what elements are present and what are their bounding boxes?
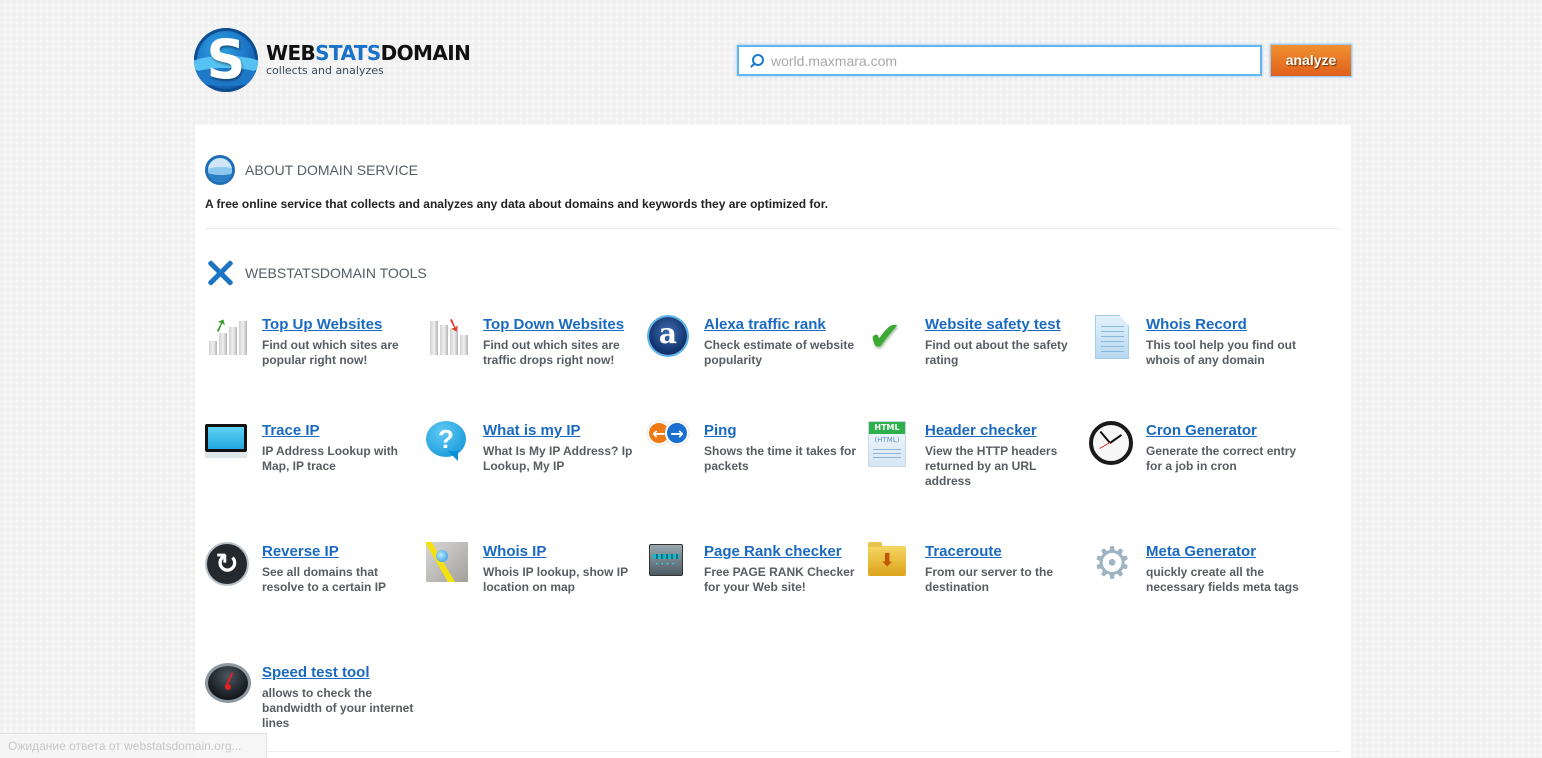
browser-status-bar: Ожидание ответа от webstatsdomain.org... [0,733,267,758]
analyze-button[interactable]: analyze [1270,44,1352,77]
tool-link[interactable]: Page Rank checker [704,542,842,562]
tool-link[interactable]: Website safety test [925,315,1061,335]
logo-icon: S [194,28,258,92]
tool-description: IP Address Lookup with Map, IP trace [262,444,399,473]
tool-link[interactable]: Alexa traffic rank [704,315,826,335]
divider [205,228,1341,229]
tool-link[interactable]: Ping [704,421,737,441]
map-icon[interactable] [426,542,472,588]
monitor-icon[interactable] [205,421,251,467]
header: S WEBSTATSDOMAIN collects and analyzes a… [0,0,1542,120]
tool-description: quickly create all the necessary fields … [1146,565,1299,594]
tool-description: allows to check the bandwidth of your in… [262,686,414,730]
tool-link[interactable]: Whois IP [483,542,546,562]
tool-description: Check estimate of website popularity [704,338,855,367]
logo[interactable]: S WEBSTATSDOMAIN collects and analyzes [194,28,471,92]
tool-description: Whois IP lookup, show IP location on map [483,565,628,594]
tool-description: This tool help you find out whois of any… [1146,338,1296,367]
tool-link[interactable]: Top Up Websites [262,315,382,335]
document-icon[interactable] [1089,315,1135,361]
main-content: ABOUT DOMAIN SERVICE A free online servi… [195,125,1351,758]
tool-description: See all domains that resolve to a certai… [262,565,387,594]
tool-link[interactable]: Header checker [925,421,1037,441]
tools-icon [205,258,235,288]
html-document-icon[interactable]: HTML (HTML) [868,421,914,467]
tool-description: Find out which sites are popular right n… [262,338,399,367]
about-description: A free online service that collects and … [205,197,829,211]
tools-title: WEBSTATSDOMAIN TOOLS [245,265,427,281]
about-section-heading: ABOUT DOMAIN SERVICE [205,155,418,185]
search-box[interactable] [737,45,1262,76]
ping-arrows-icon[interactable]: ← → [647,421,693,467]
tool-link[interactable]: Reverse IP [262,542,339,562]
tool-link[interactable]: Cron Generator [1146,421,1257,441]
divider [205,751,1341,752]
logo-tagline: collects and analyzes [266,64,384,77]
tool-link[interactable]: Whois Record [1146,315,1247,335]
tool-description: Shows the time it takes for packets [704,444,857,473]
domain-search-input[interactable] [771,47,1251,74]
tool-description: View the HTTP headers returned by an URL… [925,444,1058,488]
chart-down-icon[interactable]: ➘ [426,313,472,361]
clock-icon[interactable] [1089,421,1135,467]
folder-download-icon[interactable]: ⬇ [868,542,914,588]
chart-up-icon[interactable]: ➚ [205,313,251,361]
about-title: ABOUT DOMAIN SERVICE [245,162,418,178]
tool-link[interactable]: Meta Generator [1146,542,1256,562]
search-icon [747,51,767,71]
tool-link[interactable]: Speed test tool [262,663,370,683]
tool-description: Find out which sites are traffic drops r… [483,338,620,367]
speedometer-icon[interactable] [205,663,251,709]
tool-description: Generate the correct entry for a job in … [1146,444,1297,473]
reverse-arrow-icon[interactable]: ↻ [205,542,251,588]
tool-link[interactable]: Traceroute [925,542,1002,562]
tool-link[interactable]: What is my IP [483,421,581,441]
alexa-icon[interactable]: a [647,315,693,361]
tool-description: From our server to the destination [925,565,1054,594]
tool-description: Free PAGE RANK Checker for your Web site… [704,565,855,594]
question-icon[interactable]: ? [426,421,472,467]
globe-icon [205,155,235,185]
tools-section-heading: WEBSTATSDOMAIN TOOLS [205,258,427,288]
progress-device-icon[interactable] [647,542,693,588]
tool-description: Find out about the safety rating [925,338,1068,367]
checkmark-icon[interactable]: ✔ [868,315,914,361]
tool-link[interactable]: Top Down Websites [483,315,624,335]
tool-link[interactable]: Trace IP [262,421,320,441]
tool-description: What Is My IP Address? Ip Lookup, My IP [483,444,633,473]
gear-icon[interactable]: ⚙ [1089,542,1135,588]
logo-title: WEBSTATSDOMAIN [266,41,471,65]
